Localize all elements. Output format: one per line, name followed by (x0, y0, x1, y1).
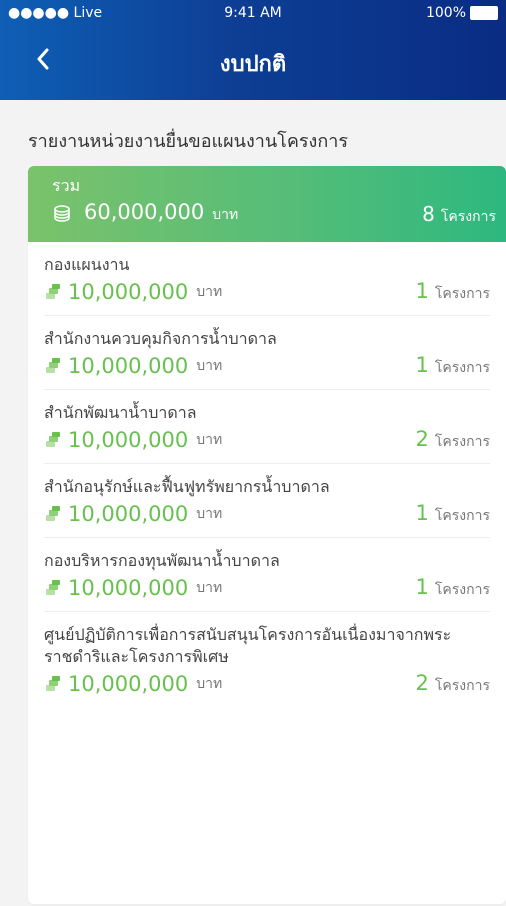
total-count-row: 8 โครงการ (422, 202, 496, 228)
agency-amount: 10,000,000 (68, 280, 189, 304)
agency-count-unit: โครงการ (434, 508, 490, 524)
agency-count-unit: โครงการ (434, 434, 490, 450)
agency-count-unit: โครงการ (434, 582, 490, 598)
agency-unit: บาท (196, 284, 223, 300)
item-amount-row: 10,000,000 บาท 1 โครงการ (44, 279, 490, 305)
list-item[interactable]: กองแผนงาน 10,000,000 บาท 1 โครงการ (44, 242, 490, 316)
agency-count-row: 1 โครงการ (416, 279, 490, 305)
coin-stack-icon (46, 284, 60, 299)
agency-count-row: 1 โครงการ (416, 353, 490, 379)
agency-unit: บาท (196, 580, 223, 596)
agency-unit: บาท (196, 676, 223, 692)
agency-amount: 10,000,000 (68, 502, 189, 526)
list-item[interactable]: กองบริหารกองทุนพัฒนาน้ำบาดาล 10,000,000 … (44, 538, 490, 612)
agency-name: สำนักพัฒนาน้ำบาดาล (44, 403, 197, 422)
agency-count-row: 1 โครงการ (416, 575, 490, 601)
agency-count-unit: โครงการ (434, 678, 490, 694)
agency-count-unit: โครงการ (434, 360, 490, 376)
agency-list: กองแผนงาน 10,000,000 บาท 1 โครงการ สำนัก… (44, 242, 490, 707)
coin-stack-icon (46, 432, 60, 447)
agency-count-unit: โครงการ (434, 286, 490, 302)
total-amount: 60,000,000 (84, 200, 205, 224)
total-count: 8 (422, 202, 435, 226)
agency-count: 2 (415, 671, 429, 695)
agency-count: 1 (415, 575, 429, 599)
agency-name: กองแผนงาน (44, 255, 130, 274)
coin-stack-icon (46, 506, 60, 521)
list-item[interactable]: สำนักอนุรักษ์และฟื้นฟูทรัพยากรน้ำบาดาล 1… (44, 464, 490, 538)
agency-count-row: 2 โครงการ (416, 427, 490, 453)
coin-stack-icon (46, 580, 60, 595)
list-item[interactable]: ศูนย์ปฏิบัติการเพื่อการสนับสนุนโครงการอั… (44, 612, 490, 707)
battery-percent: 100% (425, 5, 466, 21)
agency-name: สำนักงานควบคุมกิจการน้ำบาดาล (44, 329, 277, 348)
coin-stack-icon (46, 358, 60, 373)
agency-name: ศูนย์ปฏิบัติการเพื่อการสนับสนุนโครงการอั… (44, 625, 452, 666)
agency-count: 2 (415, 427, 429, 451)
item-amount-row: 10,000,000 บาท 1 โครงการ (44, 353, 490, 379)
total-amount-row: 60,000,000 บาท (52, 200, 238, 226)
app-header: ●●●●● Live 9:41 AM 100% งบปกติ (0, 0, 506, 100)
page-title: งบปกติ (219, 52, 287, 77)
list-item[interactable]: สำนักงานควบคุมกิจการน้ำบาดาล 10,000,000 … (44, 316, 490, 390)
agency-count: 1 (415, 501, 429, 525)
item-amount-row: 10,000,000 บาท 2 โครงการ (44, 671, 490, 697)
item-amount-row: 10,000,000 บาท 1 โครงการ (44, 501, 490, 527)
agency-unit: บาท (196, 432, 223, 448)
coin-stack-icon (54, 205, 70, 222)
battery-icon (470, 6, 498, 20)
list-item[interactable]: สำนักพัฒนาน้ำบาดาล 10,000,000 บาท 2 โครง… (44, 390, 490, 464)
battery-status: 100% (426, 5, 498, 21)
agency-name: กองบริหารกองทุนพัฒนาน้ำบาดาล (44, 551, 280, 570)
item-amount-row: 10,000,000 บาท 1 โครงการ (44, 575, 490, 601)
total-count-unit: โครงการ (440, 209, 496, 225)
item-amount-row: 10,000,000 บาท 2 โครงการ (44, 427, 490, 453)
status-bar: ●●●●● Live 9:41 AM 100% (0, 0, 506, 26)
agency-name: สำนักอนุรักษ์และฟื้นฟูทรัพยากรน้ำบาดาล (44, 477, 330, 496)
agency-amount: 10,000,000 (68, 354, 189, 378)
agency-unit: บาท (196, 506, 223, 522)
total-summary: รวม 60,000,000 บาท 8 โครงการ (28, 166, 506, 242)
agency-count: 1 (415, 353, 429, 377)
agency-count: 1 (415, 279, 429, 303)
agency-count-row: 2 โครงการ (416, 671, 490, 697)
agency-amount: 10,000,000 (68, 576, 189, 600)
total-unit: บาท (212, 207, 239, 223)
report-card: รวม 60,000,000 บาท 8 โครงการ กองแผนงาน 1… (28, 166, 506, 904)
agency-unit: บาท (196, 358, 223, 374)
section-title: รายงานหน่วยงานยื่นขอแผนงานโครงการ (28, 131, 349, 152)
agency-count-row: 1 โครงการ (416, 501, 490, 527)
coin-stack-icon (46, 676, 60, 691)
agency-amount: 10,000,000 (68, 428, 189, 452)
total-label: รวม (52, 176, 81, 195)
agency-amount: 10,000,000 (68, 672, 189, 696)
